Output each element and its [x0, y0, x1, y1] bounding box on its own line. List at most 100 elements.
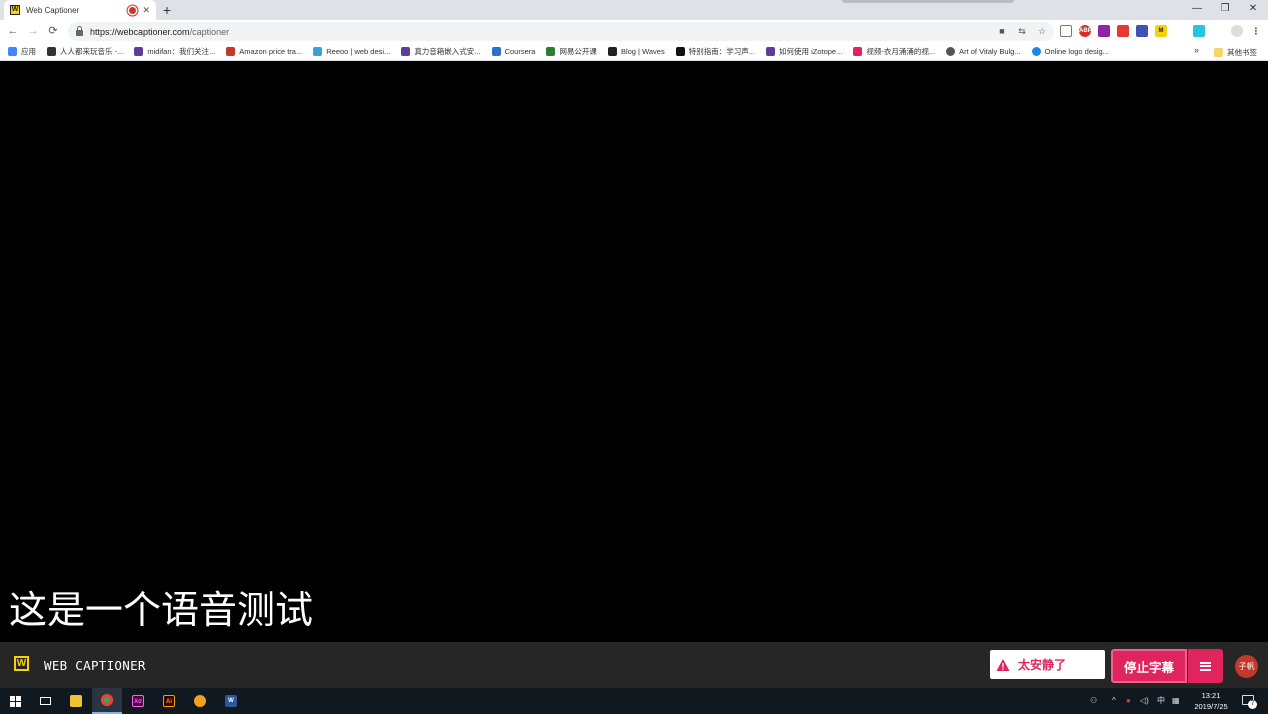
- address-bar[interactable]: https://webcaptioner.com/captioner ■ ⇆ ☆: [68, 22, 1054, 41]
- adblock-extension-icon[interactable]: ABP: [1079, 25, 1092, 37]
- other-bookmarks-folder[interactable]: 其他书签: [1214, 43, 1257, 61]
- bookmark-item[interactable]: 人人都来玩音乐 -...: [47, 46, 123, 57]
- tab-close-icon[interactable]: ✕: [142, 5, 150, 16]
- new-tab-button[interactable]: +: [160, 2, 174, 18]
- warning-triangle-icon: [996, 658, 1010, 671]
- recording-indicator-icon: [129, 6, 137, 14]
- word-icon: W: [225, 695, 237, 707]
- adobe-xd-icon: Xd: [132, 695, 144, 707]
- red-extension-icon[interactable]: [1117, 25, 1129, 37]
- bookmark-item[interactable]: 真力音箱嵌入式安...: [401, 46, 481, 57]
- bookmark-item[interactable]: Amazon price tra...: [226, 47, 302, 56]
- shield-extension-icon[interactable]: [1060, 25, 1072, 37]
- keyboard-icon[interactable]: ▦: [1172, 688, 1180, 714]
- yellow-extension-icon[interactable]: M: [1155, 25, 1167, 37]
- tab-web-captioner[interactable]: W Web Captioner ✕: [4, 0, 156, 20]
- forward-button[interactable]: →: [26, 24, 40, 38]
- taskbar-app-adobe-xd[interactable]: Xd: [123, 688, 153, 714]
- bookmark-favicon-icon: [675, 47, 685, 56]
- task-view-icon: [39, 697, 51, 705]
- bookmark-favicon-icon: [226, 47, 236, 56]
- bookmark-item[interactable]: 如何使用 iZotope...: [765, 46, 842, 57]
- grey-extension-icon[interactable]: [1174, 25, 1186, 37]
- people-icon[interactable]: ⚇: [1090, 688, 1097, 714]
- camera-in-use-icon[interactable]: ■: [996, 25, 1008, 37]
- user-avatar[interactable]: 子帆: [1235, 655, 1258, 678]
- start-button[interactable]: [0, 688, 30, 714]
- clock-time: 13:21: [1201, 691, 1221, 700]
- windows-taskbar: Xd Ai W ⚇ ^ ● ◁) 中 ▦ 13:21 2019/7/25 7: [0, 688, 1268, 714]
- tab-title: Web Captioner: [26, 5, 80, 15]
- bookmark-item[interactable]: Art of Vitaly Bulg...: [946, 47, 1021, 56]
- bookmark-item[interactable]: 特别指南：学习声...: [675, 46, 755, 57]
- chrome-menu-icon[interactable]: ⋮: [1250, 25, 1262, 37]
- window-drag-indicator: [842, 0, 1014, 3]
- maximize-button[interactable]: ❐: [1210, 0, 1240, 20]
- bookmark-item[interactable]: Online logo desig...: [1031, 47, 1109, 56]
- translate-icon[interactable]: ⇆: [1016, 25, 1028, 37]
- bookmark-star-icon[interactable]: ☆: [1036, 25, 1048, 37]
- bookmark-item[interactable]: 网易公开课: [546, 46, 597, 57]
- bookmark-favicon-icon: [607, 47, 617, 56]
- bookmarks-overflow-button[interactable]: »: [1194, 45, 1199, 55]
- bookmark-favicon-icon: [401, 47, 411, 56]
- volume-icon[interactable]: ◁): [1140, 688, 1149, 714]
- bookmark-item[interactable]: 视频-衣月涌涌的视...: [853, 46, 935, 57]
- captioner-footer: W WEB CAPTIONER 太安静了 停止字幕 子帆: [0, 642, 1268, 688]
- notification-count-badge: 7: [1248, 700, 1257, 709]
- tray-app-icon[interactable]: ●: [1126, 688, 1131, 714]
- app-icon: [194, 695, 206, 707]
- illustrator-icon: Ai: [163, 695, 175, 707]
- bookmark-item[interactable]: 应用: [8, 46, 36, 57]
- warning-text: 太安静了: [1018, 658, 1067, 672]
- taskbar-app-orange[interactable]: [185, 688, 215, 714]
- stop-captioning-button[interactable]: 停止字幕: [1111, 649, 1187, 683]
- purple-extension-icon[interactable]: [1098, 25, 1110, 37]
- taskbar-app-illustrator[interactable]: Ai: [154, 688, 184, 714]
- reload-button[interactable]: ⟳: [46, 24, 60, 38]
- chrome-icon: [101, 694, 113, 706]
- bookmark-favicon-icon: [546, 47, 556, 56]
- menu-button[interactable]: [1188, 649, 1223, 683]
- bookmark-favicon-icon: [765, 47, 775, 56]
- clock-date: 2019/7/25: [1194, 702, 1228, 711]
- bookmark-item[interactable]: Coursera: [491, 47, 535, 56]
- bookmark-item[interactable]: Blog | Waves: [607, 47, 665, 56]
- task-view-button[interactable]: [30, 688, 60, 714]
- minimize-button[interactable]: —: [1182, 0, 1212, 20]
- show-hidden-icons-chevron-icon[interactable]: ^: [1112, 688, 1116, 714]
- taskbar-app-chrome[interactable]: [92, 688, 122, 714]
- grey-extension-icon-2[interactable]: [1212, 25, 1224, 37]
- brand-name: WEB CAPTIONER: [44, 658, 146, 673]
- web-captioner-favicon-icon: W: [10, 5, 20, 15]
- caption-text: 这是一个语音测试: [9, 588, 314, 632]
- bookmarks-bar: 应用 人人都来玩音乐 -... midifan：我们关注... Amazon p…: [0, 43, 1268, 61]
- apps-grid-icon: [8, 47, 17, 56]
- lock-icon: [76, 25, 83, 36]
- cyan-extension-icon[interactable]: [1193, 25, 1205, 37]
- system-clock[interactable]: 13:21 2019/7/25: [1188, 690, 1234, 712]
- url-text: https://webcaptioner.com/captioner: [90, 27, 229, 37]
- url-path: /captioner: [189, 26, 230, 37]
- extension-icons: ABP M ⋮: [1060, 25, 1262, 37]
- close-window-button[interactable]: ✕: [1238, 0, 1268, 20]
- bookmark-item[interactable]: Reeoo | web desi...: [313, 47, 390, 56]
- back-button[interactable]: ←: [6, 24, 20, 38]
- input-method-indicator[interactable]: 中: [1157, 688, 1165, 714]
- bookmark-favicon-icon: [1031, 47, 1041, 56]
- tab-strip: W Web Captioner ✕ + — ❐ ✕: [0, 0, 1268, 20]
- taskbar-app-word[interactable]: W: [216, 688, 246, 714]
- taskbar-app-file-explorer[interactable]: [61, 688, 91, 714]
- bookmark-favicon-icon: [134, 47, 144, 56]
- bookmark-favicon-icon: [313, 47, 323, 56]
- bookmark-favicon-icon: [47, 47, 56, 56]
- blue-extension-icon[interactable]: [1136, 25, 1148, 37]
- folder-icon: [1214, 47, 1223, 57]
- bookmark-favicon-icon: [853, 47, 863, 56]
- caption-stage: 这是一个语音测试: [0, 62, 1268, 642]
- bookmark-item[interactable]: midifan：我们关注...: [134, 46, 215, 57]
- browser-toolbar: ← → ⟳ https://webcaptioner.com/captioner…: [0, 20, 1268, 43]
- url-base: https://webcaptioner.com: [90, 26, 190, 37]
- profile-icon[interactable]: [1231, 25, 1243, 37]
- screen: W Web Captioner ✕ + — ❐ ✕ ← → ⟳ https://…: [0, 0, 1268, 714]
